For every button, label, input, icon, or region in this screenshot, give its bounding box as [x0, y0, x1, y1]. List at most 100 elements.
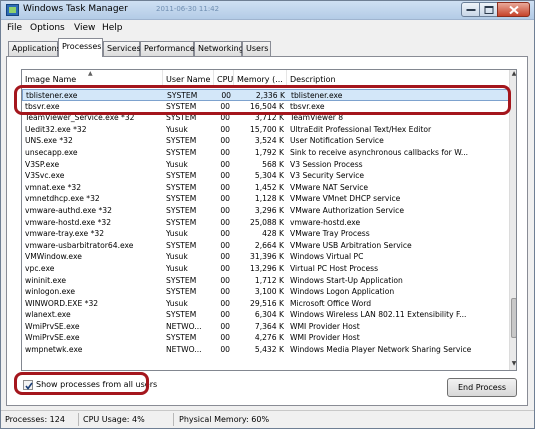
close-button[interactable] — [497, 2, 530, 17]
vertical-scrollbar[interactable]: ▲ ▼ — [509, 70, 516, 370]
menu-view[interactable]: View — [74, 23, 95, 33]
scrollbar-thumb[interactable] — [511, 298, 516, 338]
cell-memory: 1,792 K — [254, 147, 284, 157]
cell-memory: 4,276 K — [254, 333, 284, 343]
menu-file[interactable]: File — [7, 23, 22, 33]
cell-user-name: SYSTEM — [166, 182, 197, 192]
tab-services[interactable]: Services — [103, 41, 141, 56]
cell-cpu: 00 — [220, 287, 230, 297]
status-divider — [78, 413, 79, 426]
checkbox-box[interactable] — [23, 380, 33, 390]
cell-cpu: 00 — [220, 159, 230, 169]
column-label: CPU — [217, 75, 234, 84]
table-row[interactable]: Uedit32.exe *32 Yusuk 00 15,700 K UltraEdit … — [22, 124, 509, 136]
menu-options[interactable]: Options — [30, 23, 65, 33]
column-description[interactable]: Description — [287, 70, 509, 88]
table-row[interactable]: vmnat.exe *32 SYSTEM 00 1,452 K VMware NAT S… — [22, 182, 509, 194]
cell-image-name: winlogon.exe — [25, 287, 76, 297]
cell-memory: 3,296 K — [254, 205, 284, 215]
cell-description: tbsvr.exe — [290, 101, 325, 111]
cell-image-name: UNS.exe *32 — [25, 136, 73, 146]
table-row[interactable]: VMWindow.exe Yusuk 00 31,396 K Windows Virtu… — [22, 251, 509, 263]
cell-cpu: 00 — [220, 333, 230, 343]
cell-cpu: 00 — [220, 240, 230, 250]
cell-cpu: 00 — [220, 252, 230, 262]
cell-description: VMware VMnet DHCP service — [290, 194, 401, 204]
column-cpu[interactable]: CPU — [214, 70, 234, 88]
cell-user-name: SYSTEM — [166, 171, 197, 181]
tab-networking[interactable]: Networking — [194, 41, 244, 56]
table-row[interactable]: vmware-usbarbitrator64.exe SYSTEM 00 2,664 … — [22, 240, 509, 252]
table-row[interactable]: V3Svc.exe SYSTEM 00 5,304 K V3 Security Serv… — [22, 170, 509, 182]
cell-description: Microsoft Office Word — [290, 298, 372, 308]
table-row[interactable]: UNS.exe *32 SYSTEM 00 3,524 K User Notificat… — [22, 135, 509, 147]
table-row[interactable]: wininit.exe SYSTEM 00 1,712 K Windows Start-… — [22, 275, 509, 287]
menu-help[interactable]: Help — [102, 23, 123, 33]
table-row[interactable]: WmiPrvSE.exe SYSTEM 00 4,276 K WMI Provider … — [22, 332, 509, 344]
cell-cpu: 00 — [220, 136, 230, 146]
cell-user-name: SYSTEM — [166, 287, 197, 297]
cell-description: VMware NAT Service — [290, 182, 369, 192]
scroll-up-arrow-icon[interactable]: ▲ — [510, 70, 516, 80]
table-row[interactable]: wlanext.exe SYSTEM 00 6,304 K Windows Wirele… — [22, 309, 509, 321]
table-row[interactable]: vmware-tray.exe *32 Yusuk 00 428 K VMware Tr… — [22, 228, 509, 240]
table-row[interactable]: vpc.exe Yusuk 00 13,296 K Virtual PC Host Pr… — [22, 263, 509, 275]
show-all-users-label: Show processes from all users — [36, 380, 158, 389]
minimize-icon — [466, 8, 475, 11]
table-row[interactable]: unsecapp.exe SYSTEM 00 1,792 K Sink to recei… — [22, 147, 509, 159]
tab-processes[interactable]: Processes — [58, 38, 103, 57]
table-row[interactable]: V3SP.exe Yusuk 00 568 K V3 Session Process — [22, 159, 509, 171]
title-bar[interactable]: Windows Task Manager 2011-06-30 11:42 — [1, 1, 534, 20]
cell-user-name: SYSTEM — [166, 217, 197, 227]
cell-image-name: vmware-usbarbitrator64.exe — [25, 240, 134, 250]
cell-description: Windows Virtual PC — [290, 252, 364, 262]
table-row[interactable]: TeamViewer_Service.exe *32 SYSTEM 00 3,712 … — [22, 112, 509, 124]
status-processes: Processes: 124 — [5, 415, 65, 424]
cell-image-name: VMWindow.exe — [25, 252, 82, 262]
cell-image-name: Uedit32.exe *32 — [25, 124, 87, 134]
maximize-button[interactable] — [479, 2, 498, 17]
column-user-name[interactable]: User Name — [163, 70, 214, 88]
table-row[interactable]: WmiPrvSE.exe NETWO... 00 7,364 K WMI Provide… — [22, 321, 509, 333]
cell-image-name: vmnat.exe *32 — [25, 182, 82, 192]
minimize-button[interactable] — [461, 2, 480, 17]
cell-user-name: Yusuk — [166, 229, 188, 239]
cell-memory: 13,296 K — [250, 263, 284, 273]
cell-image-name: vmware-tray.exe *32 — [25, 229, 105, 239]
scroll-down-arrow-icon[interactable]: ▼ — [510, 360, 516, 370]
process-table: Image Name ▲ User Name CPU Memory (... D… — [21, 69, 517, 371]
table-header: Image Name ▲ User Name CPU Memory (... D… — [22, 70, 509, 88]
cell-cpu: 00 — [220, 171, 230, 181]
table-row[interactable]: tbsvr.exe SYSTEM 00 16,504 K tbsvr.exe — [22, 101, 509, 113]
table-row[interactable]: vmnetdhcp.exe *32 SYSTEM 00 1,128 K VMware V… — [22, 193, 509, 205]
cell-cpu: 00 — [220, 217, 230, 227]
tab-applications[interactable]: Applications — [8, 41, 61, 56]
table-row[interactable]: vmware-hostd.exe *32 SYSTEM 00 25,088 K vmwa… — [22, 217, 509, 229]
cell-cpu: 00 — [220, 147, 230, 157]
table-row[interactable]: WINWORD.EXE *32 Yusuk 00 29,516 K Microsoft … — [22, 298, 509, 310]
cell-cpu: 00 — [220, 321, 230, 331]
title-background-text: 2011-06-30 11:42 — [156, 5, 220, 13]
column-memory[interactable]: Memory (... — [234, 70, 287, 88]
table-row[interactable]: wmpnetwk.exe NETWO... 00 5,432 K Windows Med… — [22, 344, 509, 356]
cell-cpu: 00 — [220, 124, 230, 134]
end-process-button[interactable]: End Process — [447, 378, 517, 397]
table-row[interactable]: vmware-authd.exe *32 SYSTEM 00 3,296 K VMwar… — [22, 205, 509, 217]
tab-performance[interactable]: Performance — [140, 41, 195, 56]
cell-memory: 15,700 K — [250, 124, 284, 134]
cell-user-name: Yusuk — [166, 252, 188, 262]
cell-cpu: 00 — [220, 345, 230, 355]
cell-description: Windows Wireless LAN 802.11 Extensibilit… — [290, 310, 467, 320]
cell-description: Windows Media Player Network Sharing Ser… — [290, 345, 472, 355]
column-image-name[interactable]: Image Name ▲ — [22, 70, 163, 88]
cell-image-name: vmware-authd.exe *32 — [25, 205, 112, 215]
cell-cpu: 00 — [220, 263, 230, 273]
column-label: User Name — [166, 75, 211, 84]
tab-users[interactable]: Users — [242, 41, 271, 56]
cell-user-name: NETWO... — [166, 321, 202, 331]
cell-user-name: Yusuk — [166, 159, 188, 169]
cell-memory: 16,504 K — [250, 101, 284, 111]
table-row[interactable]: winlogon.exe SYSTEM 00 3,100 K Windows Logon… — [22, 286, 509, 298]
status-bar: Processes: 124 CPU Usage: 4% Physical Me… — [1, 410, 534, 428]
table-row[interactable]: tblistener.exe SYSTEM 00 2,336 Ktblistener.… — [22, 89, 509, 101]
